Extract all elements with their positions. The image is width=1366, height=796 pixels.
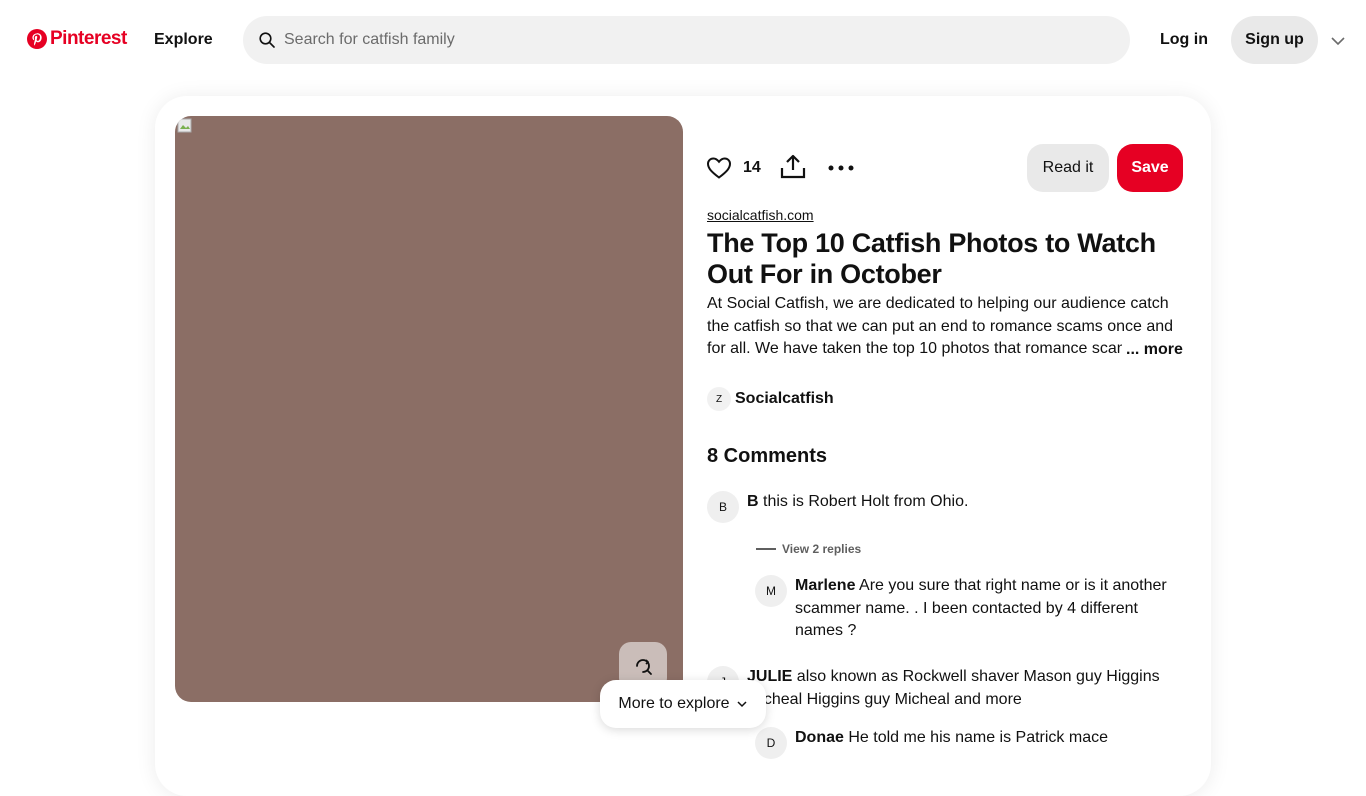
heart-icon[interactable]: [705, 154, 733, 182]
chevron-down-icon[interactable]: [1329, 32, 1347, 50]
avatar: Z: [707, 387, 731, 411]
top-nav: Pinterest Explore Log in Sign up: [0, 0, 1366, 80]
pinterest-logo-icon: [27, 29, 47, 49]
author-name[interactable]: Socialcatfish: [735, 390, 834, 408]
author-row[interactable]: Z Socialcatfish: [707, 387, 834, 411]
more-to-explore-button[interactable]: More to explore: [600, 680, 766, 728]
logo-text: Pinterest: [50, 28, 127, 49]
more-dots-icon[interactable]: [827, 154, 855, 182]
comment: Marlene Are you sure that right name or …: [795, 575, 1175, 643]
avatar[interactable]: B: [707, 491, 739, 523]
search-input[interactable]: [282, 30, 1082, 50]
comment-body: also known as Rockwell shaver Mason guy …: [747, 668, 1160, 708]
pin-image[interactable]: [175, 116, 683, 702]
reaction-count: 14: [743, 159, 761, 176]
comment-author[interactable]: B: [747, 493, 759, 510]
avatar[interactable]: D: [755, 727, 787, 759]
explore-link[interactable]: Explore: [154, 31, 213, 49]
source-link[interactable]: socialcatfish.com: [707, 207, 814, 223]
comment-author[interactable]: Donae: [795, 729, 844, 746]
search-bar[interactable]: [243, 16, 1130, 64]
comment-body: this is Robert Holt from Ohio.: [758, 493, 969, 510]
view-replies-label: View 2 replies: [782, 542, 862, 556]
comment-body: He told me his name is Patrick mace: [843, 729, 1108, 746]
pinterest-logo[interactable]: Pinterest: [27, 28, 127, 50]
comment: B this is Robert Holt from Ohio.: [747, 491, 1167, 514]
login-button[interactable]: Log in: [1148, 16, 1220, 64]
chevron-down-icon: [737, 701, 747, 708]
visual-search-icon: [636, 659, 652, 675]
read-it-button[interactable]: Read it: [1027, 144, 1109, 192]
pin-description: At Social Catfish, we are dedicated to h…: [707, 295, 1174, 357]
view-replies-button[interactable]: View 2 replies: [756, 542, 861, 556]
divider: [756, 548, 776, 550]
description-more-button[interactable]: ... more: [1122, 339, 1183, 361]
avatar[interactable]: M: [755, 575, 787, 607]
comment: Donae He told me his name is Patrick mac…: [795, 727, 1175, 750]
signup-button[interactable]: Sign up: [1231, 16, 1318, 64]
comments-heading: 8 Comments: [707, 445, 828, 467]
share-icon[interactable]: [779, 153, 807, 181]
pin-title: The Top 10 Catfish Photos to Watch Out F…: [707, 228, 1156, 289]
comment-author[interactable]: Marlene: [795, 577, 855, 594]
more-to-explore-label: More to explore: [618, 695, 730, 712]
save-button[interactable]: Save: [1117, 144, 1183, 192]
search-icon: [259, 32, 275, 48]
broken-image-icon: [177, 118, 192, 133]
comment: JULIE also known as Rockwell shaver Maso…: [747, 666, 1167, 711]
